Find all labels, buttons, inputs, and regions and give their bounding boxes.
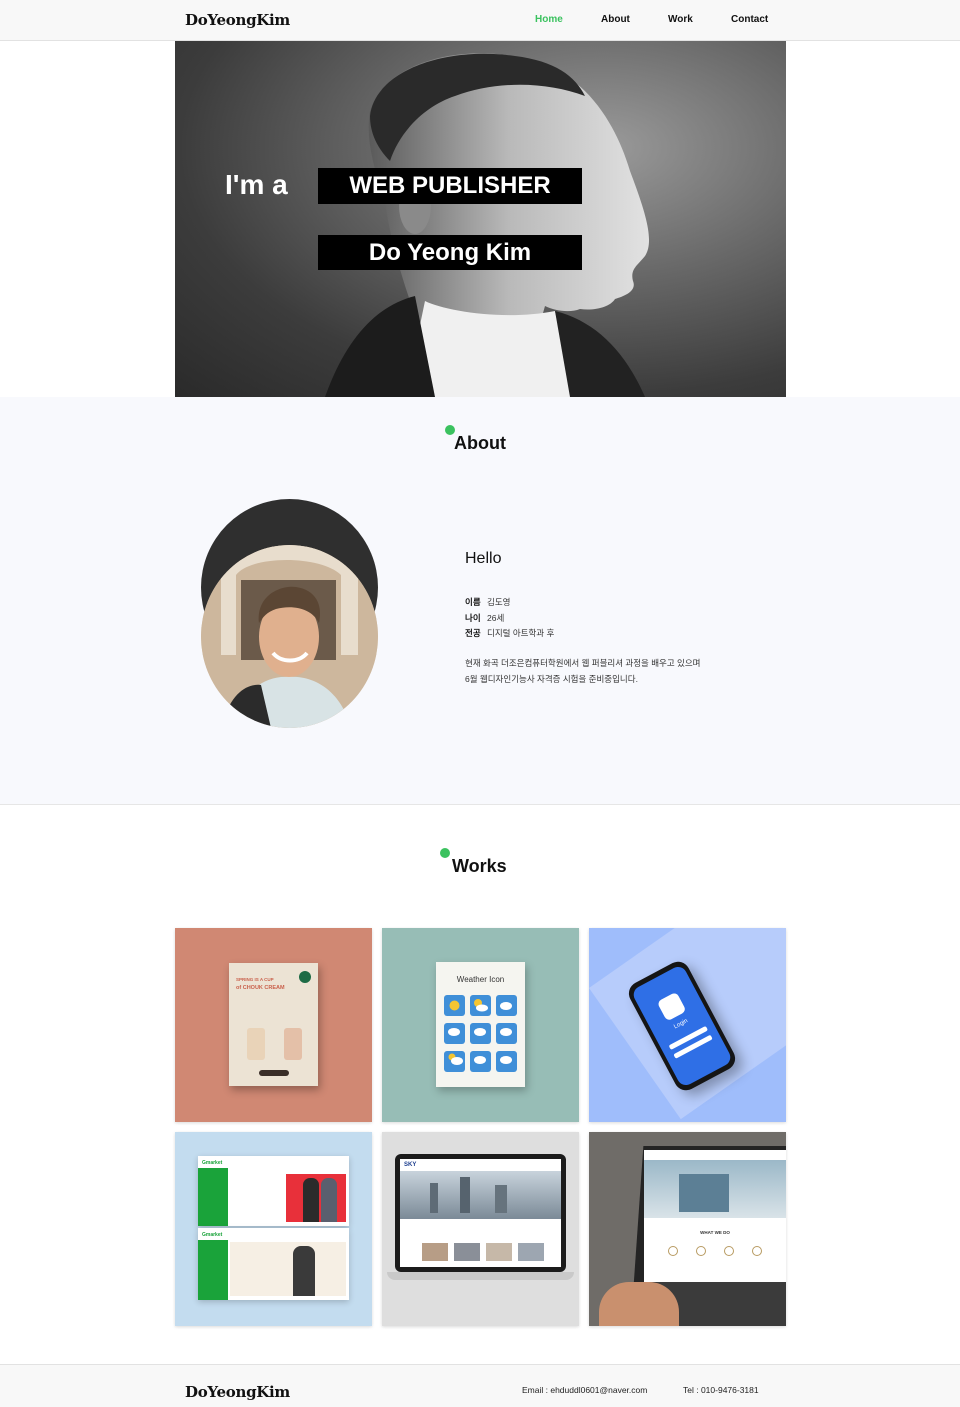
work-item-starbucks[interactable]: SPRING IS A CUP of CHOUK CREAM [175, 928, 372, 1122]
work-item-weather-icon[interactable]: Weather Icon [382, 928, 579, 1122]
footer-logo[interactable]: DoYeongKim [185, 1383, 290, 1401]
screen-top: Gmarket [198, 1156, 349, 1226]
info-value: 디지털 아트학과 후 [487, 628, 555, 638]
work-thumbnail-card: Weather Icon [436, 962, 525, 1087]
footer-email: Email : ehduddl0601@naver.com [522, 1385, 648, 1395]
nav-work[interactable]: Work [668, 14, 693, 25]
building-shape [495, 1185, 507, 1213]
gmarket-sidebar [198, 1168, 228, 1226]
website-thumb [486, 1243, 512, 1261]
website-thumb [454, 1243, 480, 1261]
works-title-dot [440, 848, 450, 858]
info-value: 김도영 [487, 597, 511, 607]
work-item-login-app[interactable]: Login [589, 928, 786, 1122]
sky-logo: SKY [404, 1162, 417, 1168]
service-icon [668, 1246, 678, 1256]
typing-hand [599, 1282, 679, 1326]
website-hero-image [400, 1171, 561, 1219]
work-item-sky-site[interactable]: SKY [382, 1132, 579, 1326]
screen-bottom: Gmarket [198, 1228, 349, 1300]
nav-about[interactable]: About [601, 14, 630, 25]
website-page: WHAT WE DO [644, 1150, 786, 1290]
info-key: 나이 [465, 613, 481, 623]
about-info-major: 전공 디지털 아트학과 후 [465, 627, 554, 639]
about-greeting: Hello [465, 550, 502, 567]
site-footer: DoYeongKim Email : ehduddl0601@naver.com… [0, 1364, 960, 1407]
app-logo-icon [656, 991, 687, 1022]
service-icon [752, 1246, 762, 1256]
about-profile-photo [201, 545, 378, 728]
banner-person [321, 1178, 337, 1222]
nav-contact[interactable]: Contact [731, 14, 768, 25]
website-thumb [518, 1243, 544, 1261]
about-section: About Hello 이름 김도영 나이 26세 전공 디지털 아트학과 후 현재 … [0, 397, 960, 805]
laptop-screen: SKY [395, 1154, 566, 1272]
starbucks-logo-icon [299, 971, 311, 983]
about-info-age: 나이 26세 [465, 612, 504, 624]
info-key: 이름 [465, 597, 481, 607]
service-icon [696, 1246, 706, 1256]
hero-banner: I'm a WEB PUBLISHER Do Yeong Kim [175, 41, 786, 397]
site-logo[interactable]: DoYeongKim [185, 11, 290, 29]
site-header: DoYeongKim Home About Work Contact [0, 0, 960, 41]
banner-person [303, 1178, 319, 1222]
section-heading: WHAT WE DO [700, 1230, 730, 1235]
gmarket-sidebar [198, 1240, 228, 1300]
info-value: 26세 [487, 613, 505, 623]
website-page: SKY [400, 1159, 561, 1267]
poster-title: SPRING IS A CUP [236, 977, 274, 982]
hero-name-box: Do Yeong Kim [318, 235, 582, 270]
work-item-whatwedo-site[interactable]: WHAT WE DO [589, 1132, 786, 1326]
card-title: Weather Icon [456, 975, 505, 984]
gmarket-banner [230, 1242, 346, 1296]
weather-icon-grid [444, 995, 517, 1080]
about-description-line2: 6월 웹디자인기능사 자격증 시험을 준비중입니다. [465, 674, 638, 684]
about-title: About [454, 433, 506, 453]
building-shape [430, 1183, 438, 1213]
about-info-name: 이름 김도영 [465, 596, 510, 608]
work-item-gmarket[interactable]: Gmarket Gmarket [175, 1132, 372, 1326]
login-field [673, 1034, 713, 1059]
work-thumbnail-poster: SPRING IS A CUP of CHOUK CREAM [229, 963, 318, 1086]
gmarket-logo: Gmarket [202, 1160, 223, 1166]
weather-icons [444, 995, 517, 1072]
building-shape [679, 1174, 729, 1212]
banner-person [293, 1246, 315, 1296]
building-shape [460, 1177, 470, 1213]
gmarket-logo: Gmarket [202, 1232, 223, 1238]
drink-cup-icon [284, 1028, 302, 1060]
service-icon [724, 1246, 734, 1256]
info-key: 전공 [465, 628, 481, 638]
hero-portrait-image [325, 53, 650, 397]
nav-home[interactable]: Home [535, 14, 563, 25]
laptop-base [387, 1272, 574, 1280]
about-description-line1: 현재 화곡 더조은컴퓨터학원에서 웹 퍼블리셔 과정을 배우고 있으며 [465, 658, 701, 668]
drink-cup-icon [247, 1028, 265, 1060]
poster-subtitle: of CHOUK CREAM [236, 985, 285, 991]
works-title: Works [452, 856, 507, 876]
poster-button [259, 1070, 289, 1076]
website-thumb [422, 1243, 448, 1261]
hero-intro-text: I'm a [225, 169, 288, 200]
hero-role-box: WEB PUBLISHER [318, 168, 582, 204]
footer-tel: Tel : 010-9476-3181 [683, 1385, 759, 1395]
